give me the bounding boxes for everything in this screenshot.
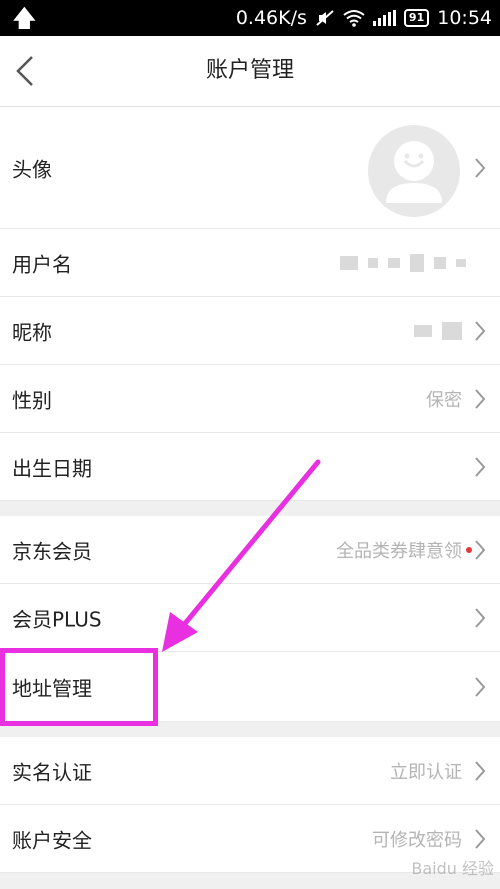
chevron-right-icon: [475, 676, 486, 697]
chevron-right-icon: [475, 456, 486, 477]
row-label: 用户名: [12, 252, 72, 276]
row-label: 账户安全: [12, 828, 92, 852]
notification-dot: [466, 546, 472, 553]
row-label: 出生日期: [12, 456, 92, 480]
chevron-right-icon: [475, 388, 486, 409]
row-jd-member[interactable]: 京东会员 全品类券肆意领: [0, 516, 500, 584]
status-bar: 🡅 0.46K/s 91 10:54: [0, 0, 500, 36]
chevron-right-icon: [475, 320, 486, 341]
row-label: 头像: [12, 157, 52, 181]
network-speed: 0.46K/s: [235, 7, 307, 29]
row-nickname[interactable]: 昵称: [0, 297, 500, 365]
chevron-right-icon: [475, 760, 486, 781]
row-username[interactable]: 用户名: [0, 229, 500, 297]
chevron-right-icon: [475, 157, 486, 178]
up-arrow-icon: 🡅: [12, 4, 37, 32]
row-gender[interactable]: 性别 保密: [0, 365, 500, 433]
nav-bar: 账户管理: [0, 36, 500, 107]
nickname-value-blurred: [414, 321, 462, 340]
page-title: 账户管理: [205, 58, 294, 83]
row-label: 会员PLUS: [12, 607, 102, 631]
real-name-value: 立即认证: [390, 761, 462, 783]
row-label: 京东会员: [12, 539, 92, 563]
signal-icon: [372, 10, 396, 26]
row-real-name[interactable]: 实名认证 立即认证: [0, 737, 500, 805]
battery-icon: 91: [403, 9, 430, 27]
clock: 10:54: [437, 7, 492, 29]
watermark: Baidu 经验: [411, 859, 494, 878]
row-label: 性别: [12, 388, 52, 412]
username-value-blurred: [340, 253, 466, 272]
gender-value: 保密: [426, 389, 462, 411]
back-icon[interactable]: [12, 54, 42, 88]
chevron-right-icon: [475, 539, 486, 560]
chevron-right-icon: [475, 828, 486, 849]
chevron-right-icon: [475, 607, 486, 628]
row-plus-member[interactable]: 会员PLUS: [0, 584, 500, 652]
account-security-value: 可修改密码: [372, 829, 462, 851]
row-label: 实名认证: [12, 760, 92, 784]
wifi-icon: [343, 10, 365, 27]
row-avatar[interactable]: 头像: [0, 107, 500, 229]
highlight-box: [0, 648, 158, 726]
row-label: 昵称: [12, 320, 52, 344]
jd-member-value: 全品类券肆意领: [336, 540, 462, 562]
avatar-icon[interactable]: [368, 125, 460, 217]
row-birthday[interactable]: 出生日期: [0, 433, 500, 501]
mute-icon: [316, 10, 334, 26]
